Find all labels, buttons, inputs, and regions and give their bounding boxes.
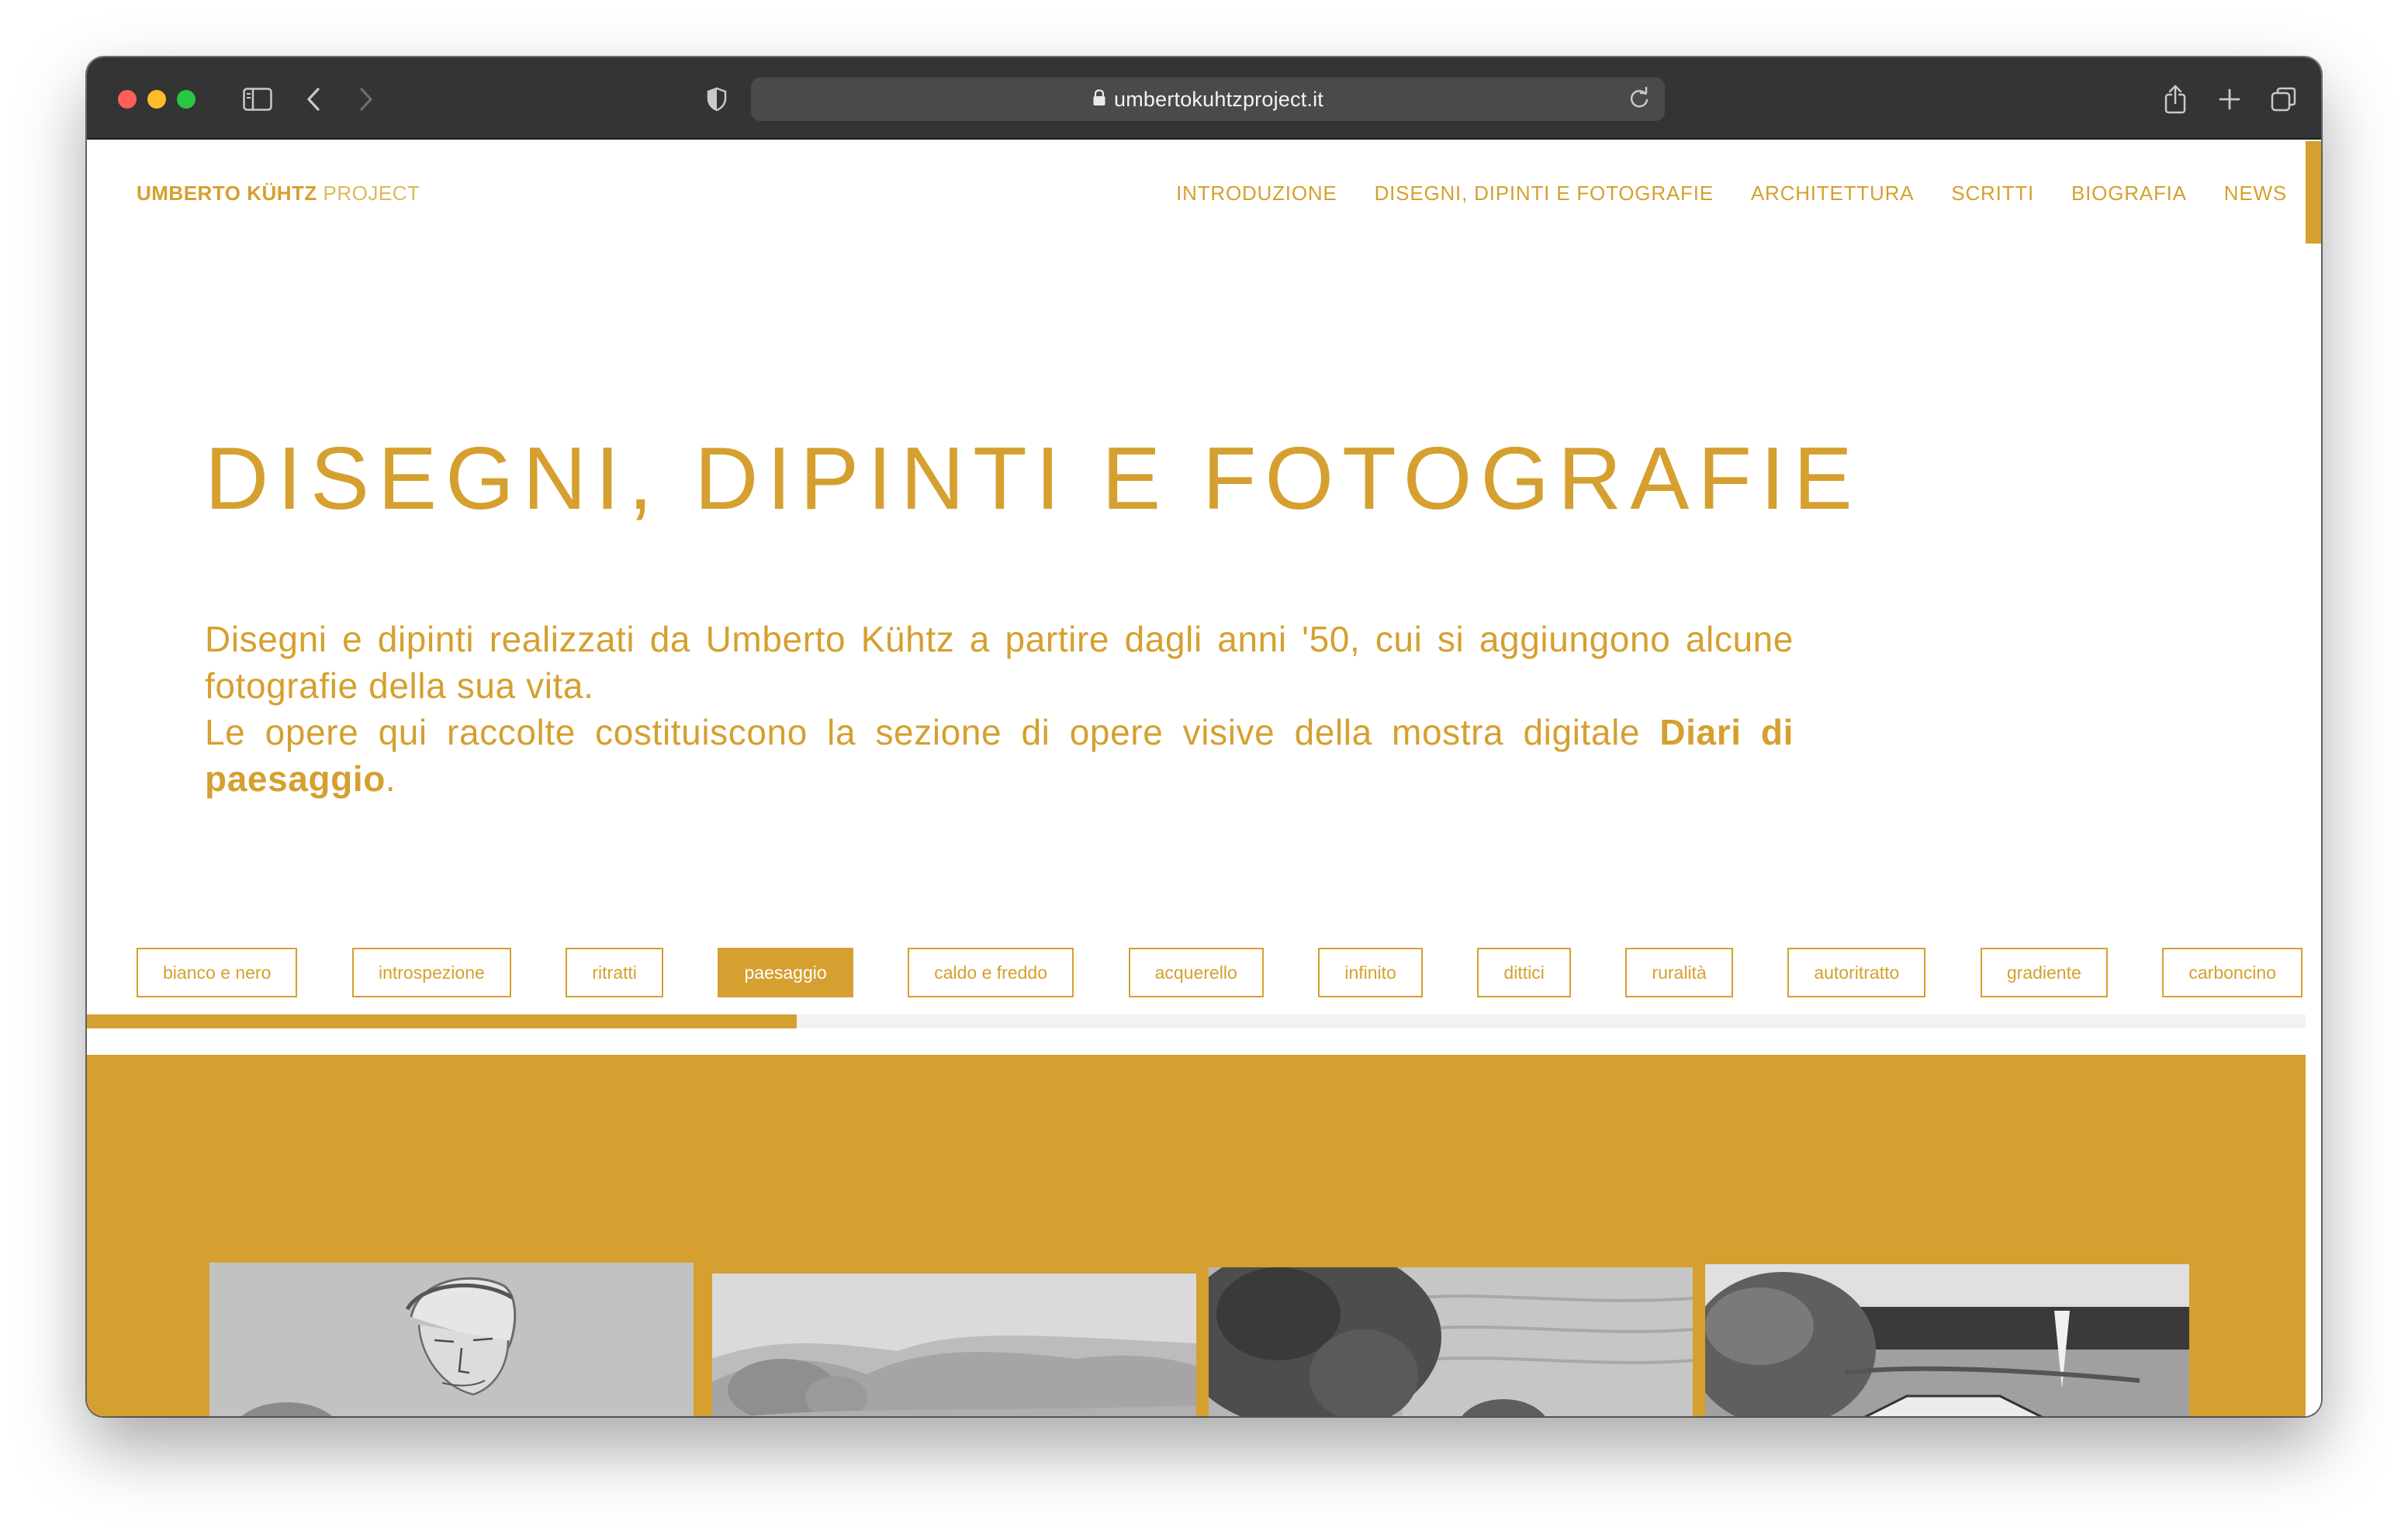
zoom-window-button[interactable] bbox=[177, 90, 195, 109]
site-logo[interactable]: UMBERTO KÜHTZ PROJECT bbox=[137, 181, 420, 206]
brand-name: UMBERTO KÜHTZ bbox=[137, 181, 317, 205]
share-icon[interactable] bbox=[2155, 79, 2195, 119]
minimize-window-button[interactable] bbox=[147, 90, 166, 109]
tag-dittici[interactable]: dittici bbox=[1477, 948, 1571, 997]
nav-item-architettura[interactable]: ARCHITETTURA bbox=[1751, 181, 1914, 206]
browser-window: umbertokuhtzproject.it UMBERTO KÜHTZ PRO… bbox=[87, 57, 2321, 1416]
nav-item-disegni[interactable]: DISEGNI, DIPINTI E FOTOGRAFIE bbox=[1375, 181, 1714, 206]
address-bar[interactable]: umbertokuhtzproject.it bbox=[751, 78, 1665, 121]
new-tab-icon[interactable] bbox=[2209, 79, 2250, 119]
tag-acquerello[interactable]: acquerello bbox=[1128, 948, 1264, 997]
intro-paragraph-2-end: . bbox=[385, 759, 396, 799]
landscape-house-icon bbox=[1705, 1264, 2189, 1416]
tag-bianco-e-nero[interactable]: bianco e nero bbox=[137, 948, 298, 997]
filter-tags: bianco e nero introspezione ritratti pae… bbox=[137, 948, 2302, 997]
thumb-landscape-hills[interactable] bbox=[712, 1274, 1196, 1416]
privacy-shield-icon[interactable] bbox=[697, 79, 737, 119]
sidebar-toggle-icon[interactable] bbox=[237, 79, 278, 119]
intro-paragraph-2: Le opere qui raccolte costituiscono la s… bbox=[205, 709, 1794, 802]
browser-toolbar: umbertokuhtzproject.it bbox=[87, 57, 2321, 140]
intro-text: Disegni e dipinti realizzati da Umberto … bbox=[205, 616, 1794, 802]
page-title: DISEGNI, DIPINTI E FOTOGRAFIE bbox=[205, 430, 1861, 528]
scrollbar-thumb[interactable] bbox=[2306, 141, 2321, 244]
forward-icon[interactable] bbox=[346, 79, 386, 119]
progress-bar bbox=[87, 1014, 2306, 1028]
web-page: UMBERTO KÜHTZ PROJECT INTRODUZIONE DISEG… bbox=[87, 141, 2321, 1416]
tag-introspezione[interactable]: introspezione bbox=[351, 948, 511, 997]
nav-item-news[interactable]: NEWS bbox=[2224, 181, 2287, 206]
tag-carboncino[interactable]: carboncino bbox=[2162, 948, 2302, 997]
back-icon[interactable] bbox=[293, 79, 334, 119]
scrollbar-track[interactable] bbox=[2306, 141, 2321, 1416]
landscape-watercolor-icon bbox=[712, 1274, 1196, 1416]
tag-paesaggio[interactable]: paesaggio bbox=[718, 948, 853, 997]
thumb-landscape-trees[interactable] bbox=[1209, 1267, 1693, 1416]
tab-overview-icon[interactable] bbox=[2264, 79, 2304, 119]
gallery-section bbox=[87, 1055, 2306, 1416]
tag-infinito[interactable]: infinito bbox=[1318, 948, 1423, 997]
thumb-portrait[interactable] bbox=[209, 1263, 694, 1416]
main-nav: INTRODUZIONE DISEGNI, DIPINTI E FOTOGRAF… bbox=[1176, 181, 2287, 206]
tag-ruralita[interactable]: ruralità bbox=[1625, 948, 1733, 997]
tag-gradiente[interactable]: gradiente bbox=[1980, 948, 2108, 997]
nav-item-biografia[interactable]: BIOGRAFIA bbox=[2071, 181, 2187, 206]
lock-icon bbox=[1092, 88, 1106, 110]
url-text: umbertokuhtzproject.it bbox=[1113, 87, 1324, 111]
nav-item-scritti[interactable]: SCRITTI bbox=[1951, 181, 2034, 206]
intro-paragraph-2-text: Le opere qui raccolte costituiscono la s… bbox=[205, 712, 1641, 752]
progress-fill bbox=[87, 1014, 797, 1028]
thumb-landscape-house[interactable] bbox=[1705, 1264, 2189, 1416]
landscape-trees-icon bbox=[1209, 1267, 1693, 1416]
brand-suffix: PROJECT bbox=[323, 181, 420, 205]
portrait-drawing-icon bbox=[209, 1263, 694, 1416]
close-window-button[interactable] bbox=[118, 90, 137, 109]
reload-icon[interactable] bbox=[1628, 86, 1651, 114]
nav-item-introduzione[interactable]: INTRODUZIONE bbox=[1176, 181, 1337, 206]
tag-autoritratto[interactable]: autoritratto bbox=[1787, 948, 1926, 997]
intro-paragraph-1: Disegni e dipinti realizzati da Umberto … bbox=[205, 619, 1794, 706]
tag-caldo-e-freddo[interactable]: caldo e freddo bbox=[908, 948, 1074, 997]
tag-ritratti[interactable]: ritratti bbox=[566, 948, 663, 997]
